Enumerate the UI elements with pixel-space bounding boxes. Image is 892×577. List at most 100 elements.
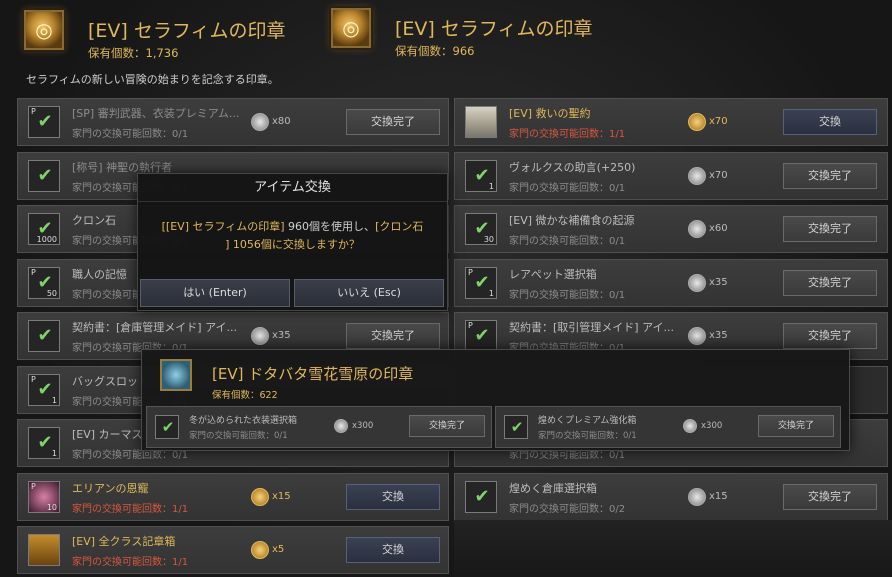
panel-count: 保有個数：622 xyxy=(212,390,278,401)
cost-amount: x70 xyxy=(709,116,728,127)
item-name: 煌めく倉庫選択箱 xyxy=(509,481,597,495)
no-button[interactable]: いいえ (Esc) xyxy=(294,279,444,307)
yes-button[interactable]: はい (Enter) xyxy=(140,279,290,307)
item-slot[interactable]: ✔ xyxy=(28,320,60,352)
exchange-row: P 10 エリアンの恩寵 家門の交換可能回数：1/1 x15 交換 xyxy=(17,472,449,521)
exchange-row: [EV] 全クラス記章箱 家門の交換可能回数：1/1 x5 交換 xyxy=(17,526,449,574)
exchange-done-button[interactable]: 交換完了 xyxy=(758,415,834,437)
item-name: 冬が込められた衣装選択箱 xyxy=(189,416,298,426)
item-slot[interactable]: ✔ xyxy=(465,480,497,513)
seal-cost-icon xyxy=(688,487,706,506)
item-name: 契約書：[取引管理メイド] アイ... xyxy=(509,321,675,334)
exchange-done-button[interactable]: 交換完了 xyxy=(783,483,877,510)
exchange-done-button[interactable]: 交換完了 xyxy=(346,323,440,349)
item-name: 契約書：[倉庫管理メイド] アイ... xyxy=(72,321,238,334)
item-slot[interactable] xyxy=(465,106,497,138)
exchange-done-button[interactable]: 交換完了 xyxy=(346,109,440,135)
item-name: [EV] 全クラス記章箱 xyxy=(72,535,176,548)
stack-count: 1 xyxy=(488,288,494,298)
exchange-limit: 家門の交換可能回数：0/1 xyxy=(509,289,626,301)
item-slot[interactable]: P ✔ 1 xyxy=(28,373,60,406)
cost-amount: x70 xyxy=(709,169,728,181)
item-slot[interactable]: P ✔ xyxy=(465,320,497,352)
exchange-limit: 家門の交換可能回数：0/1 xyxy=(189,431,288,441)
exchange-row: [EV] 救いの聖約 家門の交換可能回数：1/1 x70 交換 xyxy=(454,98,888,146)
exchange-limit: 家門の交換可能回数：1/1 xyxy=(509,129,626,140)
cost-amount: x80 xyxy=(272,116,291,127)
item-slot[interactable]: P ✔ xyxy=(28,106,60,138)
seal-cost-icon xyxy=(688,327,706,345)
exchange-list-left: P ✔ [SP] 審判武器、衣装プレミアム... 家門の交換可能回数：0/1 x8… xyxy=(17,98,449,577)
item-slot[interactable]: ✔ xyxy=(28,159,60,192)
dialog-title: アイテム交換 xyxy=(138,174,447,202)
seal-count-left: 保有個数：1,736 xyxy=(88,46,179,60)
item-name-highlight-end: ] 1056個に交換しますか？ xyxy=(225,238,360,251)
item-slot[interactable]: P ✔ 1 xyxy=(465,266,497,299)
exchange-limit: 家門の交換可能回数：0/1 xyxy=(72,129,189,140)
item-slot[interactable]: ✔ 1 xyxy=(28,427,60,459)
panel-title: [EV] ドタバタ雪花雪原の印章 xyxy=(212,365,414,383)
cost-amount: x35 xyxy=(709,330,728,341)
item-slot[interactable]: ✔ xyxy=(155,415,179,439)
check-icon: ✔ xyxy=(474,325,490,346)
seraphim-seal-icon xyxy=(331,8,371,48)
dialog-message: [[EV] セラフィムの印章] 960個を使用し、[クロン石] 1056個に交換… xyxy=(148,218,437,254)
exchange-button[interactable]: 交換 xyxy=(346,483,440,510)
message-text: 960個を使用し、 xyxy=(284,220,376,233)
stack-count: 1000 xyxy=(36,235,57,244)
exchange-limit: 家門の交換可能回数：1/1 xyxy=(72,503,189,515)
item-name: クロン石 xyxy=(72,214,116,227)
item-slot[interactable] xyxy=(28,534,60,566)
exchange-list-right: [EV] 救いの聖約 家門の交換可能回数：1/1 x70 交換 ✔ 1 ヴォルクス… xyxy=(454,98,888,526)
exchange-done-button[interactable]: 交換完了 xyxy=(783,269,877,296)
stack-count: 1 xyxy=(488,181,494,191)
stack-count: 1 xyxy=(51,395,57,405)
stack-count: 1 xyxy=(51,449,57,458)
seal-cost-icon xyxy=(251,327,269,345)
item-slot[interactable]: ✔ 1 xyxy=(465,159,497,192)
premium-mark: P xyxy=(31,481,36,491)
cost-amount: x300 xyxy=(352,421,374,431)
exchange-row: ✔ 煌めく倉庫選択箱 家門の交換可能回数：0/2 x15 交換完了 xyxy=(454,472,888,521)
item-slot[interactable]: ✔ 1000 xyxy=(28,213,60,245)
item-name: [SP] 審判武器、衣装プレミアム... xyxy=(72,107,240,120)
header: [EV] セラフィムの印章 保有個数：1,736 [EV] セラフィムの印章 保… xyxy=(20,8,892,90)
exchange-button[interactable]: 交換 xyxy=(783,109,877,135)
exchange-row: ✔ 30 [EV] 微かな補備食の起源 家門の交換可能回数：0/1 x60 交換完… xyxy=(454,205,888,253)
cost-amount: x300 xyxy=(701,421,723,431)
seal-title-left: [EV] セラフィムの印章 xyxy=(88,20,286,42)
stack-count: 10 xyxy=(46,502,57,512)
check-icon: ✔ xyxy=(161,418,175,436)
exchange-done-button[interactable]: 交換完了 xyxy=(783,323,877,349)
exchange-limit: 家門の交換可能回数：0/1 xyxy=(538,431,637,441)
cost-amount: x15 xyxy=(272,490,291,502)
item-slot[interactable]: ✔ xyxy=(504,415,528,439)
check-icon: ✔ xyxy=(37,164,53,186)
snowfield-seal-panel: [EV] ドタバタ雪花雪原の印章 保有個数：622 ✔ 冬が込められた衣装選択箱… xyxy=(141,349,850,451)
stack-count: 50 xyxy=(46,288,57,298)
item-slot[interactable]: P 10 xyxy=(28,480,60,513)
exchange-limit: 家門の交換可能回数：1/1 xyxy=(72,557,189,568)
exchange-done-button[interactable]: 交換完了 xyxy=(783,162,877,189)
seraphim-seal-icon xyxy=(24,10,64,50)
item-slot[interactable]: P ✔ 50 xyxy=(28,266,60,299)
check-icon: ✔ xyxy=(37,325,53,346)
seal-cost-icon xyxy=(334,419,348,433)
check-icon: ✔ xyxy=(474,485,490,507)
exchange-limit: 家門の交換可能回数：0/1 xyxy=(509,182,626,194)
cost-amount: x5 xyxy=(272,544,285,555)
exchange-button[interactable]: 交換 xyxy=(346,537,440,563)
item-slot[interactable]: ✔ 30 xyxy=(465,213,497,245)
cost-amount: x60 xyxy=(709,223,728,234)
cost-amount: x15 xyxy=(709,490,728,502)
exchange-done-button[interactable]: 交換完了 xyxy=(409,415,485,437)
exchange-limit: 家門の交換可能回数：0/1 xyxy=(509,236,626,247)
cost-amount: x35 xyxy=(709,276,728,288)
seal-cost-icon xyxy=(251,487,269,506)
exchange-row: P ✔ 1 レアペット選択箱 家門の交換可能回数：0/1 x35 交換完了 xyxy=(454,258,888,307)
seal-cost-icon xyxy=(251,113,269,131)
item-name: 職人の記憶 xyxy=(72,267,127,281)
seal-name-highlight: [[EV] セラフィムの印章] xyxy=(161,220,285,233)
exchange-row: ✔ 冬が込められた衣装選択箱 家門の交換可能回数：0/1 x300 交換完了 xyxy=(146,406,492,448)
exchange-done-button[interactable]: 交換完了 xyxy=(783,216,877,242)
